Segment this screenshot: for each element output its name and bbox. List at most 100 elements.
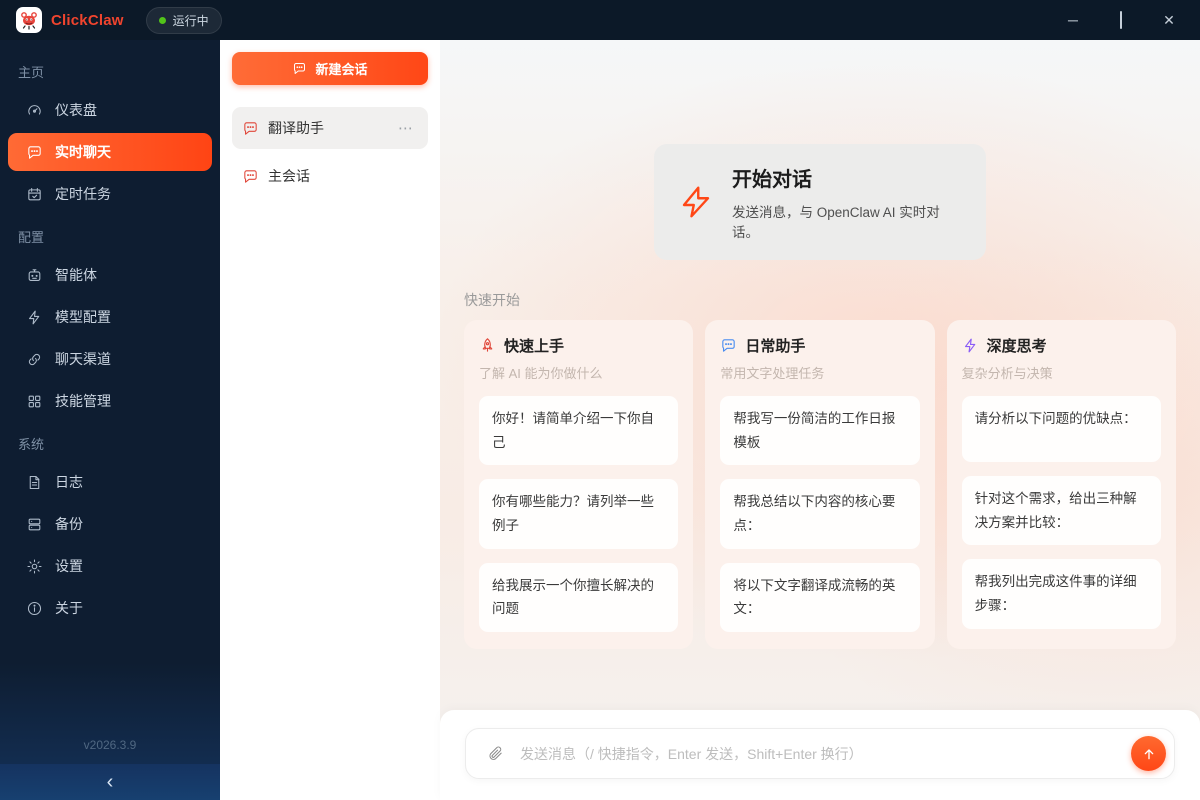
document-icon [29,475,40,489]
new-session-label: 新建会话 [315,62,368,77]
sidebar-item-label: 聊天渠道 [55,351,111,367]
lightning-icon [682,186,710,218]
window-controls: ─ ✕ [1064,11,1184,29]
sidebar-item-about[interactable]: 关于 [8,589,212,627]
chat-bubble-icon [28,145,41,159]
new-session-button[interactable]: 新建会话 [232,52,428,85]
maximize-icon [1120,11,1122,29]
close-button[interactable]: ✕ [1160,13,1178,27]
card-title: 日常助手 [745,338,806,355]
rocket-icon [482,338,493,352]
link-icon [28,353,41,365]
session-more-button[interactable]: ⋯ [395,119,418,137]
chat-bubble-icon [244,121,257,135]
gear-icon [27,558,42,574]
card-title: 快速上手 [504,338,565,355]
sidebar-item-label: 技能管理 [55,393,111,409]
session-item-translator[interactable]: 翻译助手 ⋯ [232,107,428,149]
chat-main-area: 开始对话 发送消息，与 OpenClaw AI 实时对话。 快速开始 快速上手 … [440,40,1200,800]
quickstart-label: 快速开始 [464,292,520,308]
card-subtitle: 复杂分析与决策 [961,366,1053,381]
sidebar-item-agents[interactable]: 智能体 [8,256,212,294]
sidebar-item-chat-channels[interactable]: 聊天渠道 [8,340,212,378]
app-title: ClickClaw [51,11,124,29]
prompt-suggestion[interactable]: 帮我写一份简洁的工作日报模板 [720,396,920,466]
sidebar-item-model-config[interactable]: 模型配置 [8,298,212,336]
card-subtitle: 常用文字处理任务 [720,366,825,381]
sidebar-item-label: 模型配置 [55,309,111,325]
send-button[interactable] [1131,736,1166,771]
prompt-suggestion[interactable]: 给我展示一个你擅长解决的问题 [479,562,679,632]
sidebar-item-scheduled-tasks[interactable]: 定时任务 [8,175,212,213]
paperclip-icon [488,746,502,760]
prompt-suggestion[interactable]: 你好！请简单介绍一下你自己 [479,396,679,466]
sidebar-item-label: 设置 [55,558,83,574]
sidebar-section-config: 配置 [18,230,45,245]
app-window: ClickClaw 运行中 ─ ✕ 主页 仪表盘 实时聊天 定时任务 配置 智能… [0,0,1200,800]
quickstart-card-daily-helper: 日常助手 常用文字处理任务 帮我写一份简洁的工作日报模板 帮我总结以下内容的核心… [705,320,935,649]
arrow-up-icon [1144,748,1153,759]
start-conversation-card: 开始对话 发送消息，与 OpenClaw AI 实时对话。 [654,144,986,260]
composer-area [440,710,1200,800]
session-panel: 新建会话 翻译助手 ⋯ 主会话 [220,40,440,800]
message-input[interactable] [520,745,1119,762]
titlebar: ClickClaw 运行中 ─ ✕ [0,0,1200,40]
quickstart-cards: 快速上手 了解 AI 能为你做什么 你好！请简单介绍一下你自己 你有哪些能力？请… [464,320,1176,649]
message-input-bar [465,728,1175,779]
sidebar-item-live-chat[interactable]: 实时聊天 [8,133,212,171]
attach-button[interactable] [482,741,508,767]
sidebar-item-settings[interactable]: 设置 [8,547,212,585]
bolt-icon [964,338,975,353]
chat-bubble-icon [722,339,736,352]
app-logo-icon [16,7,42,33]
status-badge: 运行中 [145,6,222,34]
prompt-suggestion[interactable]: 帮我列出完成这件事的详细步骤： [961,559,1161,629]
sidebar-item-label: 实时聊天 [55,144,111,160]
minimize-button[interactable]: ─ [1064,13,1082,27]
chat-content: 开始对话 发送消息，与 OpenClaw AI 实时对话。 快速开始 快速上手 … [440,40,1200,710]
gauge-icon [28,104,41,115]
sidebar-item-label: 仪表盘 [55,102,97,118]
sidebar-collapse-button[interactable]: ‹ [0,764,220,800]
sidebar-item-logs[interactable]: 日志 [8,463,212,501]
sidebar-section-home: 主页 [18,65,45,80]
sidebar-section-system: 系统 [18,437,45,452]
card-subtitle: 了解 AI 能为你做什么 [479,366,603,381]
sidebar-item-label: 定时任务 [55,186,111,202]
robot-icon [28,268,41,281]
session-label: 主会话 [268,168,310,184]
sidebar-item-skills[interactable]: 技能管理 [8,382,212,420]
quickstart-card-deep-thinking: 深度思考 复杂分析与决策 请分析以下问题的优缺点： 针对这个需求，给出三种解决方… [946,320,1176,649]
prompt-suggestion[interactable]: 帮我总结以下内容的核心要点： [720,479,920,549]
card-title: 深度思考 [986,338,1047,355]
hero-title: 开始对话 [732,169,812,191]
prompt-suggestion[interactable]: 你有哪些能力？请列举一些例子 [479,479,679,549]
chevron-left-icon: ‹ [106,770,114,793]
prompt-suggestion[interactable]: 将以下文字翻译成流畅的英文： [720,562,920,632]
server-icon [28,518,41,530]
status-dot-icon [158,16,166,24]
hero-subtitle: 发送消息，与 OpenClaw AI 实时对话。 [732,205,940,240]
prompt-suggestion[interactable]: 针对这个需求，给出三种解决方案并比较： [961,476,1161,546]
info-icon [27,601,42,615]
session-label: 翻译助手 [268,120,324,136]
status-text: 运行中 [172,13,209,28]
sidebar-item-backup[interactable]: 备份 [8,505,212,543]
app-version: v2026.3.9 [83,738,137,752]
prompt-suggestion[interactable]: 请分析以下问题的优缺点： [961,396,1161,462]
sidebar-item-label: 备份 [55,516,83,532]
session-list: 翻译助手 ⋯ 主会话 [232,107,428,197]
chat-bubble-icon [294,63,306,74]
sidebar-item-dashboard[interactable]: 仪表盘 [8,91,212,129]
crab-logo-icon [21,12,37,30]
session-item-main[interactable]: 主会话 [232,155,428,197]
calendar-icon [28,187,41,200]
sidebar-item-label: 智能体 [55,267,97,283]
grid-icon [28,395,41,407]
quickstart-card-getting-started: 快速上手 了解 AI 能为你做什么 你好！请简单介绍一下你自己 你有哪些能力？请… [464,320,694,649]
maximize-button[interactable] [1112,11,1130,29]
sidebar-item-label: 关于 [55,600,83,616]
sidebar-item-label: 日志 [55,474,83,490]
bolt-icon [29,310,40,324]
sidebar: 主页 仪表盘 实时聊天 定时任务 配置 智能体 模型配置 聊天渠道 技能管理 系… [0,40,220,800]
